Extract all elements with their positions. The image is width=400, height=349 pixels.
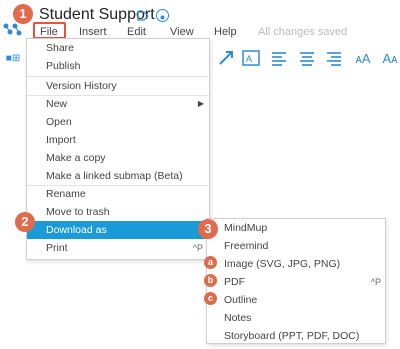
- option-c-badge: c: [204, 292, 217, 305]
- download-notes[interactable]: Notes: [207, 309, 385, 327]
- option-b-badge: b: [204, 274, 217, 287]
- menu-item-import[interactable]: Import: [27, 131, 209, 149]
- menu-item-new[interactable]: New ▶: [27, 95, 209, 113]
- sync-icon[interactable]: [156, 9, 169, 22]
- download-storyboard[interactable]: Storyboard (PPT, PDF, DOC): [207, 327, 385, 345]
- step-3-badge: 3: [198, 219, 218, 239]
- step-2-badge: 2: [15, 212, 35, 232]
- menu-item-publish[interactable]: Publish: [27, 57, 209, 75]
- svg-text:A: A: [246, 54, 252, 64]
- menu-item-download-as[interactable]: Download as: [27, 221, 209, 239]
- menu-item-share[interactable]: Share: [27, 39, 209, 57]
- step-1-badge: 1: [13, 4, 33, 24]
- node-style-icon[interactable]: ■⊞: [4, 50, 22, 68]
- decrease-font-icon[interactable]: Aᴀ: [379, 50, 400, 68]
- download-image[interactable]: Image (SVG, JPG, PNG): [207, 255, 385, 273]
- option-a-badge: a: [204, 256, 217, 269]
- file-menu: Share Publish Version History New ▶ Open …: [26, 38, 210, 260]
- menu-item-rename[interactable]: Rename: [27, 185, 209, 203]
- shortcut-label: ^P: [192, 243, 203, 253]
- shortcut-label: ^P: [370, 277, 381, 287]
- share-tag-icon[interactable]: [137, 9, 149, 21]
- menu-help[interactable]: Help: [214, 26, 237, 38]
- menu-item-open[interactable]: Open: [27, 113, 209, 131]
- menu-view[interactable]: View: [170, 26, 194, 38]
- align-center-icon[interactable]: [298, 50, 316, 68]
- connect-arrow-icon[interactable]: [217, 50, 235, 68]
- menu-item-version-history[interactable]: Version History: [27, 77, 209, 95]
- menu-item-print[interactable]: Print ^P: [27, 239, 209, 257]
- increase-font-icon[interactable]: ᴀA: [352, 50, 374, 68]
- save-status: All changes saved: [258, 26, 348, 38]
- menu-item-linked-submap[interactable]: Make a linked submap (Beta): [27, 167, 209, 185]
- align-right-icon[interactable]: [325, 50, 343, 68]
- image-icon[interactable]: A: [242, 50, 260, 68]
- download-mindmup[interactable]: MindMup: [207, 219, 385, 237]
- submenu-arrow-icon: ▶: [197, 99, 204, 108]
- file-highlight-box: [33, 22, 66, 39]
- menu-edit[interactable]: Edit: [127, 26, 146, 38]
- download-pdf[interactable]: PDF ^P: [207, 273, 385, 291]
- download-outline[interactable]: Outline: [207, 291, 385, 309]
- menu-insert[interactable]: Insert: [79, 26, 107, 38]
- menu-item-make-copy[interactable]: Make a copy: [27, 149, 209, 167]
- download-as-submenu: MindMup Freemind Image (SVG, JPG, PNG) P…: [206, 218, 386, 344]
- menu-item-move-to-trash[interactable]: Move to trash: [27, 203, 209, 221]
- download-freemind[interactable]: Freemind: [207, 237, 385, 255]
- align-left-icon[interactable]: [270, 50, 288, 68]
